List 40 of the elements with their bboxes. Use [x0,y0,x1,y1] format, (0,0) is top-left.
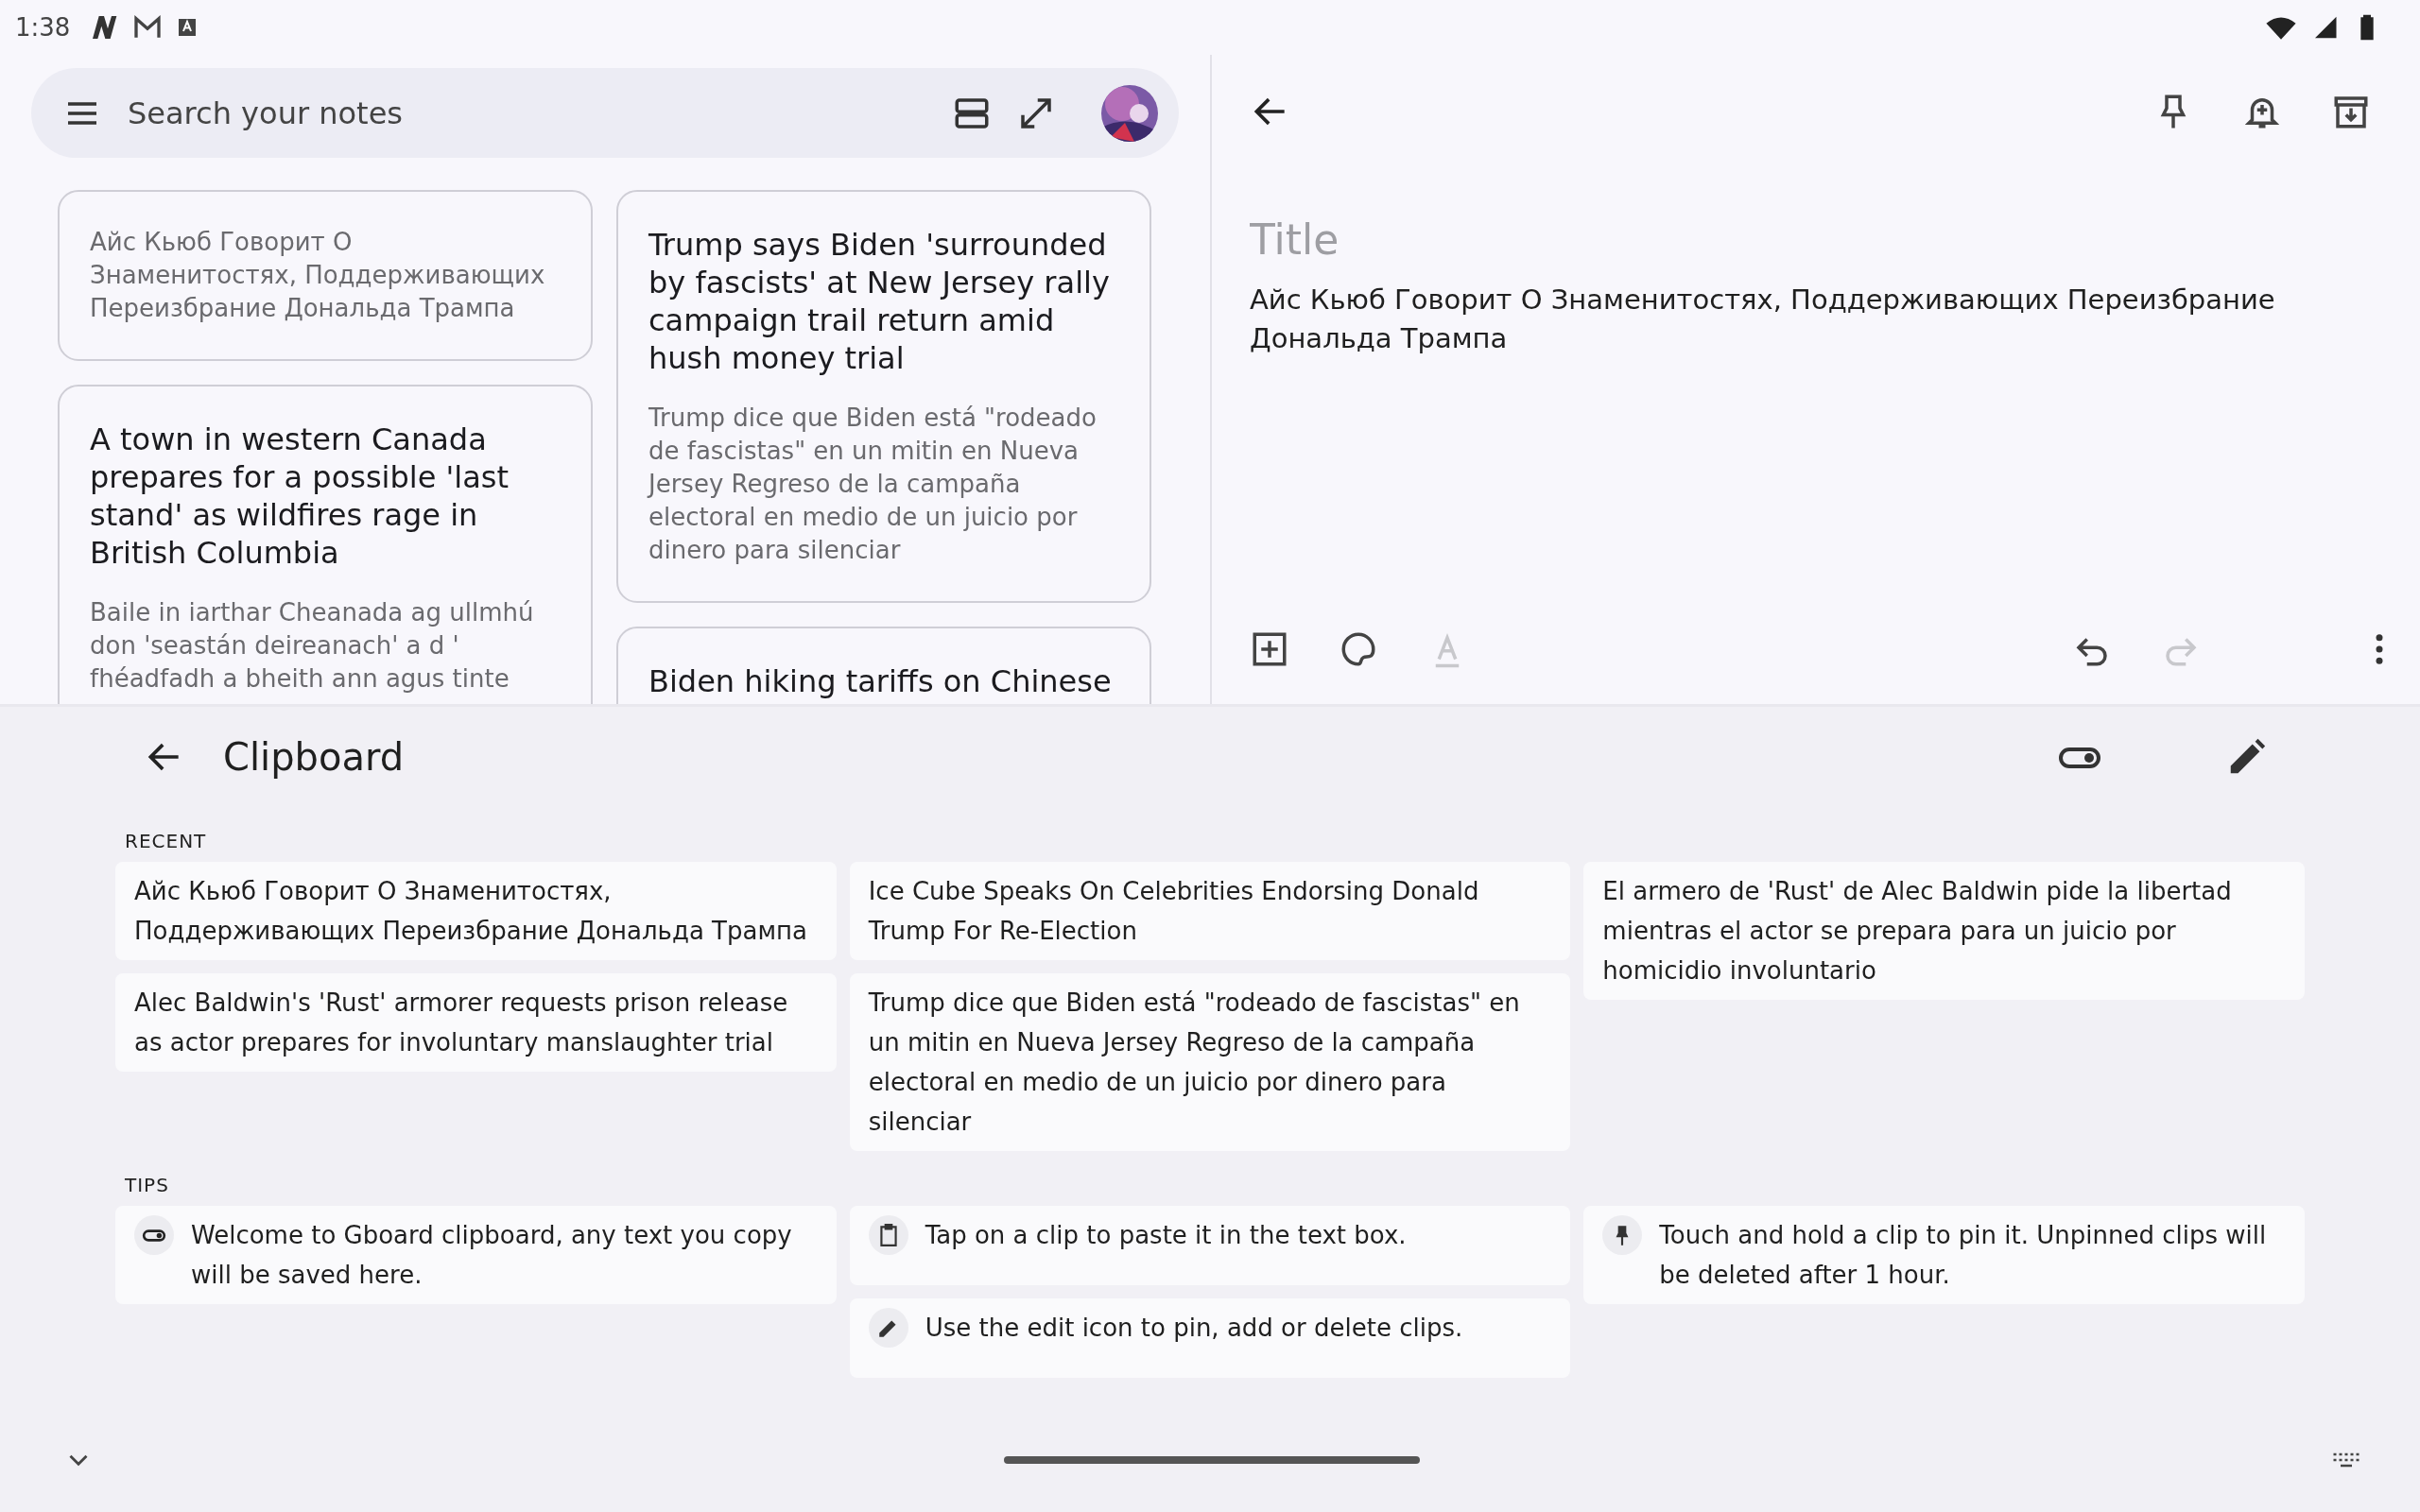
pin-icon [1602,1215,1643,1255]
note-card[interactable]: Biden hiking tariffs on Chinese [616,627,1151,704]
note-card[interactable]: Айс Кьюб Говорит О Знаменитостях, Поддерживающих Переизбрание Дональда Трампа [58,190,593,361]
clip-text: Touch and hold a clip to pin it. Unpinned clips will be deleted after 1 hour. [1659,1220,2268,1291]
search-bar[interactable]: Search your notes [31,68,1179,158]
note-card[interactable] [616,190,1151,603]
clip-text: Ice Cube Speaks On Celebrities Endorsing Donald Trump For Re-Election [868,876,1480,947]
clip-text: Welcome to Gboard clipboard, any text you copy will be saved here. [191,1220,793,1291]
clip-text: Tap on a clip to paste it in the text box. [925,1220,1407,1251]
clip-text: Айс Кьюб Говорит О Знаменитостях, Поддерживающих Переизбрание Дональда Трампа [134,876,808,947]
clip-text: Trump dice que Biden está "rodeado de fascistas" en un mitin en Nueva Jersey Regreso de la campaña electoral en medio de un juicio por dinero para silenciar [868,988,1521,1138]
toggle-icon [134,1215,174,1255]
note-text: Baile in iarthar Cheanada ag ullmhú don 'seastán deireanach' a d ' fhéadfadh a bheith ann agus tinte [90,597,535,695]
note-title: Trump says Biden 'surrounded by fascists' at New Jersey rally campaign trail return amid hush money trial [648,226,1111,377]
note-body-text[interactable]: Айс Кьюб Говорит О Знаменитостях, Поддерживающих Переизбрание Дональда Трампа [1250,281,2399,358]
note-text: Айс Кьюб Говорит О Знаменитостях, Поддерживающих Переизбрание Дональда Трампа [90,227,546,324]
clip-card[interactable]: Trump dice que Biden está "rodeado de fascistas" en un mitin en Nueva Jersey Regreso de la campaña electoral en medio de un juicio por dinero para silenciar [849,973,1571,1151]
clip-text: Alec Baldwin's 'Rust' armorer requests prison release as actor prepares for involuntary manslaughter trial [134,988,789,1058]
clip-card[interactable]: Айс Кьюб Говорит О Знаменитостях, Поддерживающих Переизбрание Дональда Трампа [115,862,837,960]
clip-card[interactable]: El armero de 'Rust' de Alec Baldwin pide la libertad mientras el actor se prepara para un juicio por homicidio involuntario [1583,862,2305,1000]
pencil-icon [868,1308,908,1348]
clip-card[interactable]: Tap on a clip to paste it in the text box. [849,1206,1571,1285]
note-card[interactable]: A town in western Canada prepares for a possible 'last stand' as wildfires rage in British Columbia Baile in iarthar Cheanada ag ullmhú don 'seastán deireanach' a d ' fhéadfadh a bheith ann agus tinte [58,385,593,704]
clipboard-icon [868,1215,908,1255]
clip-card[interactable]: Use the edit icon to pin, add or delete clips. [849,1298,1571,1378]
clip-card[interactable]: Alec Baldwin's 'Rust' armorer requests prison release as actor prepares for involuntary manslaughter trial [115,973,837,1072]
status-time: 1:38 [15,13,71,42]
title-field[interactable]: Title [1250,215,2399,264]
section-heading: RECENT [124,829,208,854]
clip-text: El armero de 'Rust' de Alec Baldwin pide la libertad mientras el actor se prepara para un juicio por homicidio involuntario [1602,876,2233,987]
clipboard-title: Clipboard [223,735,405,779]
clip-card[interactable]: Ice Cube Speaks On Celebrities Endorsing Donald Trump For Re-Election [849,862,1571,960]
section-heading: TIPS [124,1173,170,1198]
note-title: A town in western Canada prepares for a possible 'last stand' as wildfires rage in British Columbia [90,421,510,572]
note-text: Trump dice que Biden está "rodeado de fascistas" en un mitin en Nueva Jersey Regreso de la campaña electoral en medio de un juicio por dinero para silenciar [648,403,1098,566]
clip-text: Use the edit icon to pin, add or delete clips. [925,1313,1463,1344]
clip-card[interactable]: Welcome to Gboard clipboard, any text you copy will be saved here. [115,1206,837,1304]
search-field[interactable]: Search your notes [126,94,927,132]
clip-card[interactable]: Touch and hold a clip to pin it. Unpinned clips will be deleted after 1 hour. [1583,1206,2305,1304]
note-title: Biden hiking tariffs on Chinese [648,662,1113,700]
